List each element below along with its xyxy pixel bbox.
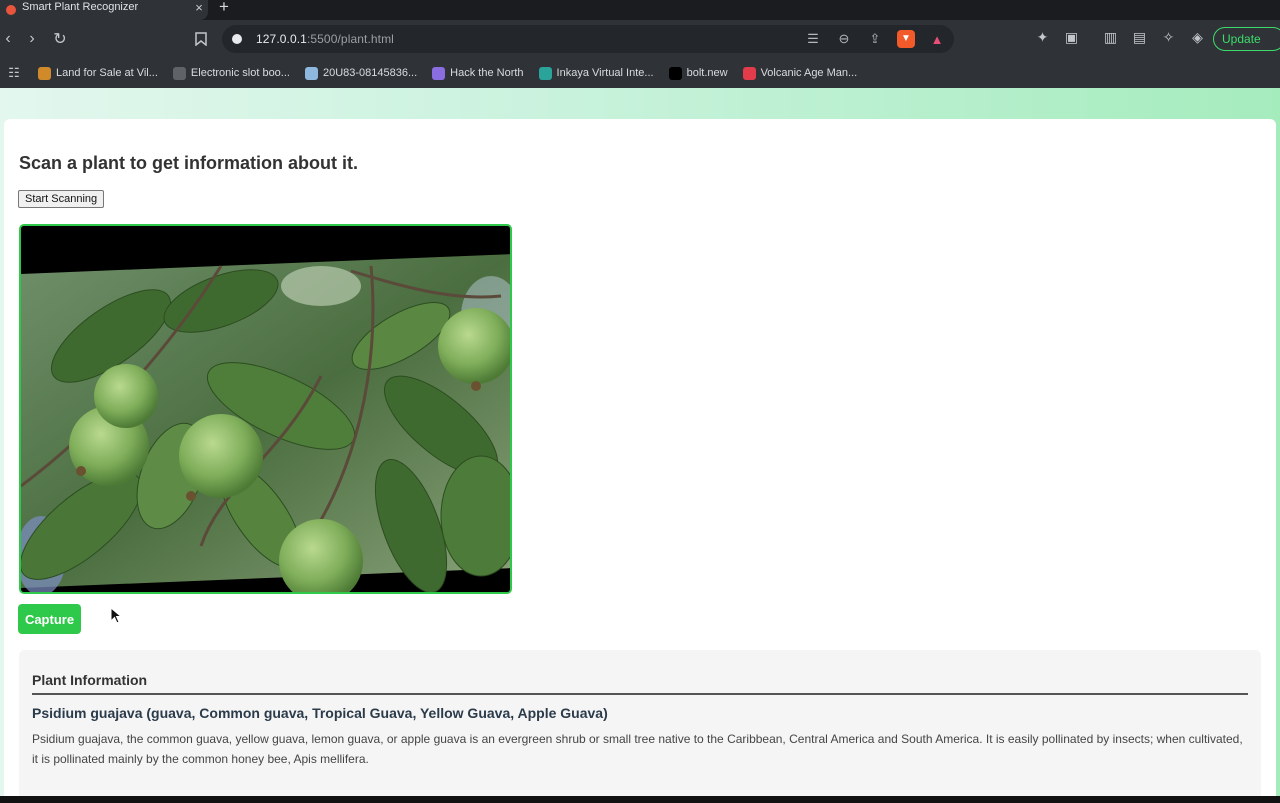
address-bar[interactable]: 127.0.0.1:5500/plant.html ☰ ⊖ ⇪ ▼ ▲	[222, 25, 954, 53]
site-info-icon[interactable]	[232, 34, 242, 44]
main-card: Scan a plant to get information about it…	[4, 119, 1276, 796]
forward-icon[interactable]: ›	[20, 27, 44, 51]
plant-name: Psidium guajava (guava, Common guava, Tr…	[32, 705, 608, 721]
globe-icon	[172, 66, 186, 80]
bookmark-item[interactable]: 20U83-08145836...	[304, 66, 418, 80]
bookmark-item[interactable]: Electronic slot boo...	[172, 66, 290, 80]
browser-tab[interactable]: Smart Plant Recognizer ×	[0, 0, 208, 20]
url-text: 127.0.0.1:5500/plant.html	[256, 32, 394, 46]
leo-ai-icon[interactable]: ✧	[1160, 29, 1177, 46]
new-tab-button[interactable]: +	[219, 0, 229, 17]
page-heading: Scan a plant to get information about it…	[19, 153, 359, 173]
bookmark-label: bolt.new	[686, 67, 728, 79]
bookmark-item[interactable]: Volcanic Age Man...	[742, 66, 858, 80]
tab-title: Smart Plant Recognizer	[22, 1, 139, 13]
bookmarks-bar: ☷ Land for Sale at Vil... Electronic slot…	[0, 58, 1280, 88]
wallet-icon[interactable]: ▤	[1131, 29, 1148, 46]
bolt-icon	[668, 66, 682, 80]
hack-icon	[432, 66, 446, 80]
bookmark-item[interactable]: Hack the North	[432, 66, 524, 80]
mouse-cursor-icon	[110, 607, 123, 624]
brave-shields-icon[interactable]: ▼	[897, 30, 915, 48]
bookmark-label: Electronic slot boo...	[190, 67, 290, 79]
bookmark-label: Hack the North	[450, 67, 524, 79]
page-viewport: Scan a plant to get information about it…	[0, 88, 1280, 796]
bookmark-list: Land for Sale at Vil... Electronic slot b…	[38, 66, 872, 80]
zoom-icon[interactable]: ⊖	[835, 31, 853, 47]
apps-icon[interactable]: ☷	[4, 65, 24, 81]
brave-rewards-icon[interactable]: ▲	[928, 32, 946, 47]
bookmark-label: Land for Sale at Vil...	[56, 67, 158, 79]
update-button[interactable]: Update	[1213, 27, 1280, 51]
translate-icon[interactable]: ☰	[804, 31, 822, 47]
vpn-icon[interactable]: ◈	[1189, 29, 1206, 46]
extensions-icon[interactable]: ✦	[1034, 29, 1051, 46]
bookmark-label: Volcanic Age Man...	[760, 67, 858, 79]
browser-toolbar: ‹ › ↻ 127.0.0.1:5500/plant.html ☰ ⊖ ⇪ ▼ …	[0, 20, 1280, 58]
image-icon	[304, 66, 318, 80]
extension-icons: ✦ ▣ ▥ ▤ ✧ ◈	[1034, 29, 1206, 46]
bookmark-item[interactable]: Inkaya Virtual Inte...	[538, 66, 654, 80]
guava-camera-image	[21, 226, 510, 592]
bookmark-item[interactable]: Land for Sale at Vil...	[38, 66, 158, 80]
close-tab-icon[interactable]: ×	[190, 0, 208, 15]
plant-info-title: Plant Information	[32, 672, 1248, 695]
url-path: :5500/plant.html	[306, 32, 394, 46]
bookmark-label: Inkaya Virtual Inte...	[556, 67, 654, 79]
bookmark-label: 20U83-08145836...	[322, 67, 418, 79]
inkaya-icon	[538, 66, 552, 80]
url-host: 127.0.0.1	[256, 32, 307, 46]
share-icon[interactable]: ⇪	[866, 31, 884, 47]
t-icon	[742, 66, 756, 80]
land-icon	[38, 66, 51, 80]
plant-description: Psidium guajava, the common guava, yello…	[32, 732, 1243, 766]
bookmark-icon[interactable]	[189, 27, 213, 51]
url-bar-icons: ☰ ⊖ ⇪ ▼ ▲	[804, 30, 946, 48]
reader-icon[interactable]: ▣	[1063, 29, 1080, 46]
sidebar-icon[interactable]: ▥	[1102, 29, 1119, 46]
capture-button[interactable]: Capture	[18, 604, 81, 634]
tab-strip: Smart Plant Recognizer × +	[0, 0, 1280, 20]
bottom-edge	[0, 796, 1280, 803]
tab-favicon-icon	[6, 5, 16, 15]
update-label: Update	[1222, 32, 1261, 46]
back-icon[interactable]: ‹	[0, 27, 20, 51]
reload-icon[interactable]: ↻	[48, 27, 72, 51]
bookmark-item[interactable]: bolt.new	[668, 66, 728, 80]
start-scanning-button[interactable]: Start Scanning	[18, 190, 105, 208]
plant-info-panel: Plant Information Psidium guajava (guava…	[19, 650, 1261, 796]
camera-preview	[19, 224, 512, 594]
